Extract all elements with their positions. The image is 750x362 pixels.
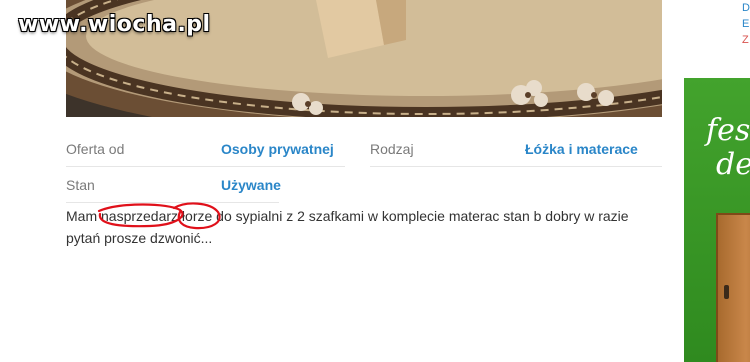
param-row-condition: Stan Używane <box>66 167 281 203</box>
param-row-type: Rodzaj Łóżka i materace <box>370 131 662 167</box>
param-value-link[interactable]: Używane <box>221 177 281 193</box>
param-value-link[interactable]: Osoby prywatnej <box>221 141 334 157</box>
param-label: Oferta od <box>66 140 125 157</box>
param-label: Stan <box>66 176 95 193</box>
sidebar-link[interactable]: E <box>742 16 750 32</box>
param-value-link[interactable]: Łóżka i materace <box>525 141 638 157</box>
sidebar-links: D E Z <box>742 0 750 48</box>
sidebar-link[interactable]: Z <box>742 32 750 48</box>
advertisement-banner[interactable]: fes de <box>684 78 750 362</box>
sidebar-link[interactable]: D <box>742 0 750 16</box>
param-row-offer-from: Oferta od Osoby prywatnej <box>66 131 345 167</box>
door-image <box>716 213 750 362</box>
banner-line: fes <box>706 113 750 148</box>
param-label: Rodzaj <box>370 140 414 157</box>
listing-description: Mam nasprzedarz łorze do sypialni z 2 sz… <box>66 208 629 246</box>
door-knob-icon <box>724 285 729 299</box>
watermark-logo: www.wiocha.pl <box>18 12 211 37</box>
banner-line: de <box>716 147 750 182</box>
banner-text: fes de <box>706 114 750 182</box>
